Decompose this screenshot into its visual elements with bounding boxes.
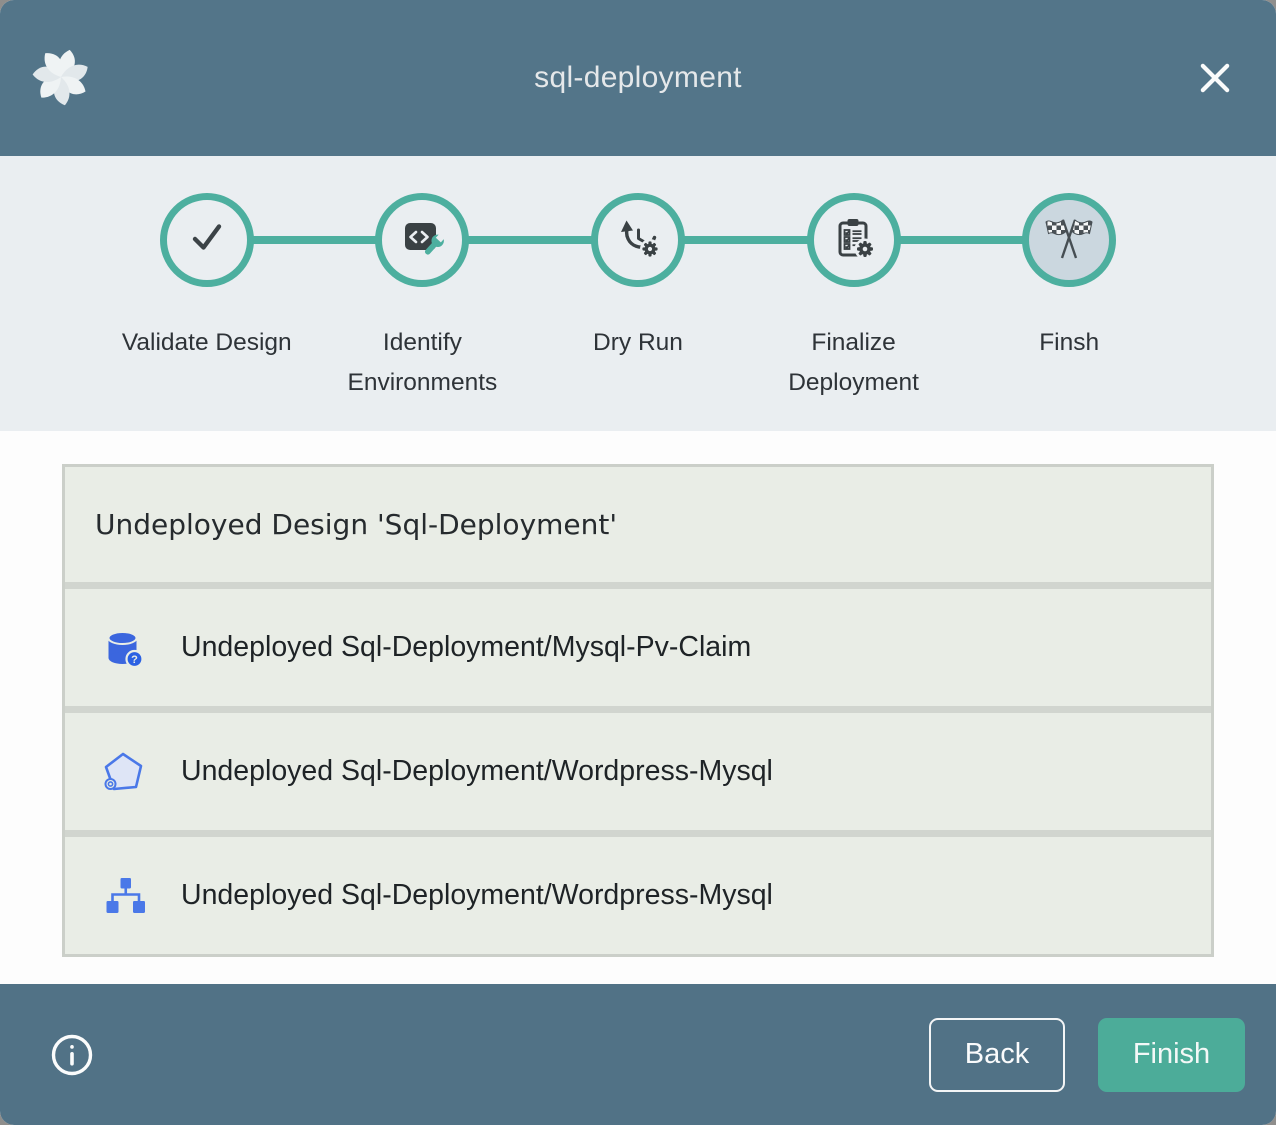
stepper-track (99, 193, 1177, 287)
list-item-text: Undeployed Sql-Deployment/Wordpress-Mysq… (181, 755, 773, 788)
info-icon[interactable] (49, 1032, 95, 1078)
code-window-wrench-icon (399, 215, 445, 266)
step-finish[interactable] (1022, 193, 1116, 287)
list-item: Undeployed Sql-Deployment/Wordpress-Mysq… (65, 713, 1211, 830)
database-question-icon: ? (101, 625, 147, 671)
stepper-labels: Validate Design Identify Environments Dr… (99, 323, 1177, 403)
clipboard-gear-icon (831, 215, 877, 266)
step-label-finish: Finsh (961, 323, 1177, 403)
design-status-header: Undeployed Design 'Sql-Deployment' (65, 467, 1211, 582)
close-icon[interactable] (1192, 55, 1238, 101)
finish-button[interactable]: Finish (1098, 1018, 1245, 1092)
meshery-logo (30, 46, 92, 108)
list-item-text: Undeployed Sql-Deployment/Wordpress-Mysq… (181, 879, 773, 912)
deployment-status-panel: Undeployed Design 'Sql-Deployment' ? Und… (0, 431, 1276, 984)
dialog-header: sql-deployment (0, 0, 1276, 156)
pentagon-badge-icon (101, 749, 147, 795)
step-validate-design[interactable] (160, 193, 254, 287)
step-label-finalize-deployment: Finalize Deployment (746, 323, 962, 403)
step-label-identify-environments: Identify Environments (315, 323, 531, 403)
list-item: Undeployed Sql-Deployment/Wordpress-Mysq… (65, 837, 1211, 954)
svg-text:?: ? (131, 654, 138, 666)
tree-hierarchy-icon (101, 873, 147, 919)
deployment-wizard-dialog: sql-deployment (0, 0, 1276, 1125)
refresh-gear-icon (615, 215, 661, 266)
back-button[interactable]: Back (929, 1018, 1065, 1092)
dialog-title: sql-deployment (534, 61, 742, 95)
checkered-flags-icon (1043, 212, 1095, 269)
dialog-footer: Back Finish (0, 984, 1276, 1125)
check-icon (185, 216, 229, 265)
step-identify-environments[interactable] (375, 193, 469, 287)
deployment-status-list: Undeployed Design 'Sql-Deployment' ? Und… (62, 464, 1214, 957)
design-status-text: Undeployed Design 'Sql-Deployment' (95, 508, 617, 541)
list-item: ? Undeployed Sql-Deployment/Mysql-Pv-Cla… (65, 589, 1211, 706)
step-finalize-deployment[interactable] (807, 193, 901, 287)
list-item-text: Undeployed Sql-Deployment/Mysql-Pv-Claim (181, 631, 751, 664)
step-label-dry-run: Dry Run (530, 323, 746, 403)
step-label-validate-design: Validate Design (99, 323, 315, 403)
wizard-stepper: Validate Design Identify Environments Dr… (0, 156, 1276, 431)
step-dry-run[interactable] (591, 193, 685, 287)
